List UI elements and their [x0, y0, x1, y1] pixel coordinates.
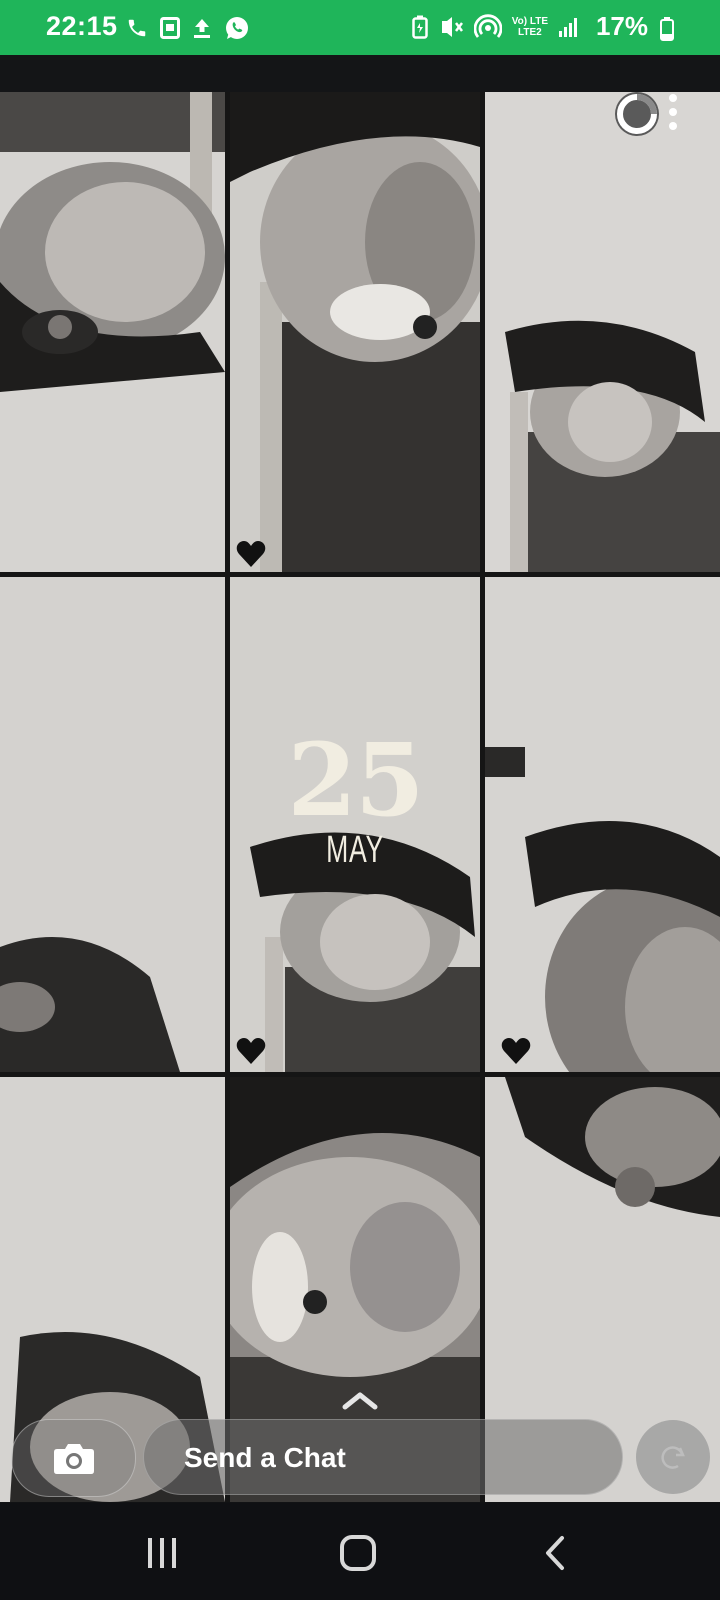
photo-cell-2: [230, 92, 480, 572]
snapchat-story-viewer: 22:15 Vo) LTE LTE2 17% 25 MAY Send a Cha…: [0, 0, 720, 1600]
home-button[interactable]: [333, 1531, 383, 1575]
upload-icon: [194, 19, 210, 38]
recent-apps-icon: [148, 1538, 176, 1568]
battery-icon: [660, 17, 674, 41]
battery-saver-icon: [411, 15, 428, 39]
share-icon: [661, 1446, 685, 1469]
chevron-up-icon[interactable]: [342, 1390, 378, 1410]
system-navigation-bar: [0, 1503, 720, 1600]
grid-divider: [225, 92, 230, 1502]
whatsapp-icon: [226, 17, 248, 39]
heart-icon: [501, 1038, 531, 1064]
photo-cell-6: [485, 577, 720, 1072]
camera-icon: [53, 1444, 94, 1474]
back-icon: [546, 1536, 564, 1570]
grid-divider: [0, 572, 720, 577]
photo-cell-5: [230, 577, 480, 1072]
story-progress-ring-icon[interactable]: [612, 89, 662, 139]
hotspot-icon: [473, 14, 502, 38]
send-chat-input[interactable]: Send a Chat: [143, 1419, 623, 1495]
grid-divider: [0, 1072, 720, 1077]
system-icons: Vo) LTE LTE2: [411, 14, 580, 40]
heart-icon: [236, 541, 266, 567]
story-photo-collage[interactable]: [0, 92, 720, 1502]
home-icon: [340, 1535, 376, 1571]
screenshot-icon: [160, 17, 180, 39]
share-button[interactable]: [636, 1420, 710, 1494]
network-type: Vo) LTE LTE2: [512, 16, 548, 38]
recent-apps-button[interactable]: [137, 1531, 187, 1575]
network-lte2-label: LTE2: [517, 27, 542, 38]
signal-icon: [559, 18, 577, 37]
vibrate-icon: [441, 17, 463, 37]
grid-divider: [480, 92, 485, 1502]
battery-percent: 17%: [595, 11, 648, 41]
notification-icons: [126, 15, 250, 41]
heart-icon: [236, 1038, 266, 1064]
more-vertical-icon[interactable]: [665, 94, 681, 134]
photo-cell-1: [0, 92, 225, 572]
network-volte-label: Vo) LTE: [511, 16, 548, 27]
phone-icon: [128, 19, 146, 37]
photo-cell-4: [0, 577, 225, 1072]
status-time: 22:15: [46, 11, 118, 41]
camera-button[interactable]: [11, 1419, 136, 1497]
back-button[interactable]: [530, 1531, 580, 1575]
status-bar: 22:15 Vo) LTE LTE2 17%: [0, 0, 720, 55]
top-strip: [0, 55, 720, 93]
chat-placeholder: Send a Chat: [184, 1442, 346, 1473]
photo-cell-3: [485, 92, 720, 572]
